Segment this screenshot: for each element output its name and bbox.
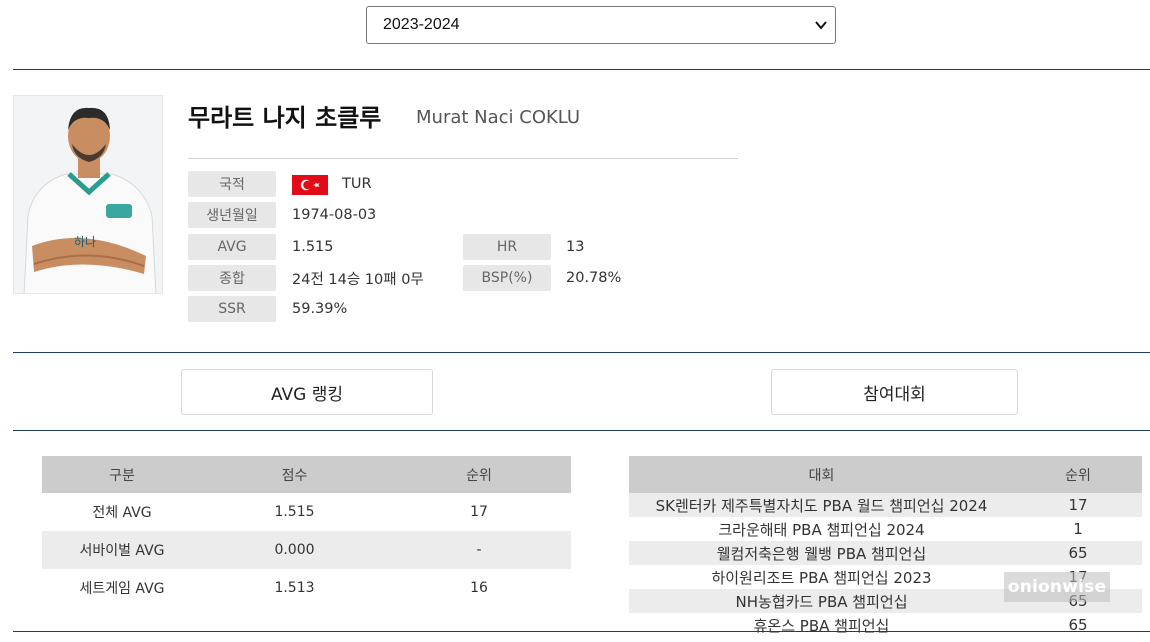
season-select[interactable]: 2023-2024 [366,6,836,44]
competitions-table: 대회 순위 SK렌터카 제주특별자치도 PBA 월드 챔피언십 2024 17 … [629,456,1142,637]
column-header: 점수 [202,456,387,493]
table-row: SK렌터카 제주특별자치도 PBA 월드 챔피언십 2024 17 [629,493,1142,517]
table-row: 웰컴저축은행 웰뱅 PBA 챔피언십 65 [629,541,1142,565]
ssr-label: SSR [188,296,276,322]
competition-name[interactable]: 웰컴저축은행 웰뱅 PBA 챔피언십 [629,541,1014,565]
table-cell: 1.515 [274,504,315,520]
avg-value: 1.515 [292,239,334,255]
bsp-value: 20.78% [566,270,622,286]
tab-avg-ranking[interactable]: AVG 랭킹 [181,369,433,415]
avg-label: AVG [188,234,276,260]
chevron-down-icon [815,21,827,30]
column-header: 순위 [1014,456,1142,493]
table-cell: 17 [470,504,488,520]
table-row: 세트게임 AVG 1.513 16 [42,569,571,607]
table-cell: 서바이벌 AVG [42,531,202,569]
competition-rank: 65 [1014,541,1142,565]
total-record-value: 24전 14승 10패 0무 [292,271,424,288]
table-row: 서바이벌 AVG 0.000 - [42,531,571,569]
table-row: 크라운해태 PBA 챔피언십 2024 1 [629,517,1142,541]
player-photo: 하나 [13,95,163,294]
hr-label: HR [463,234,551,260]
player-name-korean: 무라트 나지 초클루 [188,104,382,132]
table-header-row: 구분 점수 순위 [42,456,571,493]
competition-name[interactable]: NH농협카드 PBA 챔피언십 [629,589,1014,613]
player-name-english: Murat Naci COKLU [416,107,581,128]
table-cell: 1.513 [274,580,315,596]
birth-label: 생년월일 [188,202,276,228]
table-row: 휴온스 PBA 챔피언십 65 [629,613,1142,637]
avg-ranking-table: 구분 점수 순위 전체 AVG 1.515 17 서바이벌 AVG 0.000 … [42,456,571,607]
nationality-value: TUR [342,176,372,192]
tab-competitions[interactable]: 참여대회 [771,369,1018,415]
birth-value: 1974-08-03 [292,207,377,223]
table-header-row: 대회 순위 [629,456,1142,493]
hr-value: 13 [566,239,585,255]
competition-name[interactable]: SK렌터카 제주특별자치도 PBA 월드 챔피언십 2024 [629,493,1014,517]
column-header: 구분 [42,456,202,493]
total-record-label: 종합 [188,265,276,291]
column-header: 순위 [387,456,571,493]
watermark: onionwise [1004,572,1110,602]
player-photo-icon: 하나 [14,96,162,293]
table-cell: 전체 AVG [92,505,152,521]
competition-name[interactable]: 휴온스 PBA 챔피언십 [629,613,1014,637]
table-cell: - [387,531,571,569]
divider [13,69,1150,70]
divider [13,352,1150,353]
season-select-value: 2023-2024 [383,16,460,33]
table-cell: 0.000 [202,531,387,569]
divider [13,631,1150,632]
competition-name[interactable]: 하이원리조트 PBA 챔피언십 2023 [629,565,1014,589]
table-cell: 세트게임 AVG [79,581,165,597]
column-header: 대회 [629,456,1014,493]
table-cell: 16 [470,580,488,596]
competition-rank: 65 [1068,616,1088,634]
competition-name[interactable]: 크라운해태 PBA 챔피언십 2024 [629,517,1014,541]
turkey-flag-icon [292,175,328,195]
competition-rank: 17 [1014,493,1142,517]
bsp-label: BSP(%) [463,265,551,291]
ssr-value: 59.39% [292,301,348,317]
svg-text:하나: 하나 [74,235,96,249]
competition-rank: 1 [1073,520,1083,538]
divider [13,430,1150,431]
nationality-label: 국적 [188,171,276,197]
name-divider [188,158,738,159]
table-row: 전체 AVG 1.515 17 [42,493,571,531]
